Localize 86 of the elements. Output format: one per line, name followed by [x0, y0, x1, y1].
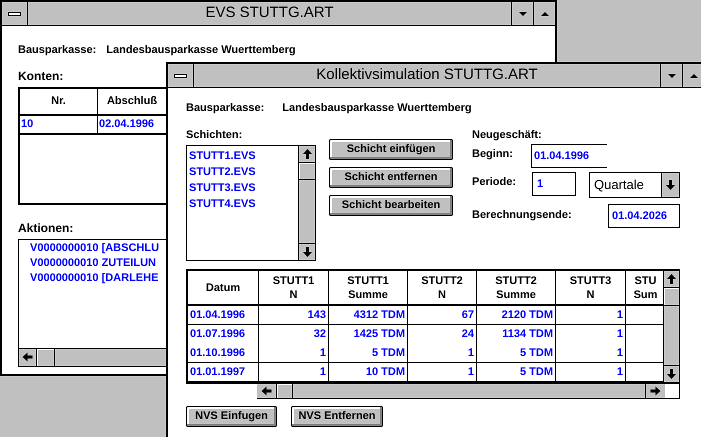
system-menu-icon	[8, 12, 21, 16]
push-button[interactable]: Schicht einfügen	[329, 138, 453, 160]
table-cell: 01.07.1996	[188, 325, 259, 344]
list-item[interactable]: V0000000010 [DARLEHE	[30, 270, 158, 286]
vertical-scrollbar[interactable]	[298, 146, 315, 260]
scroll-thumb[interactable]	[664, 288, 679, 306]
arrow-up-icon[interactable]	[667, 274, 676, 284]
table-cell: 5 TDM	[477, 344, 556, 362]
arrow-left-icon[interactable]	[262, 386, 272, 396]
section-label: Neugeschäft:	[472, 128, 543, 142]
horizontal-scrollbar[interactable]	[19, 348, 166, 366]
column-header: Nr.	[20, 88, 98, 114]
push-button[interactable]: Schicht entfernen	[329, 166, 453, 188]
dropdown[interactable]: Quartale	[589, 172, 680, 198]
caret-up-icon	[690, 74, 698, 78]
table-cell: 2120 TDM	[477, 306, 556, 324]
section-label: Konten:	[18, 68, 64, 84]
table-cell: 67	[408, 306, 477, 324]
field-label: Beginn:	[472, 147, 514, 162]
vertical-scrollbar[interactable]	[663, 271, 680, 382]
table-cell: 10 TDM	[329, 363, 408, 381]
table-cell: 1	[259, 344, 329, 362]
arrow-left-icon[interactable]	[22, 352, 32, 362]
table-cell: 1	[259, 363, 329, 381]
field-label: Berechnungsende:	[472, 208, 573, 223]
arrow-down-icon[interactable]	[302, 247, 312, 257]
bank-name: Landesbausparkasse Wuerttemberg	[106, 43, 296, 58]
column-header: Abschluß	[106, 94, 158, 109]
table-cell: 5 TDM	[329, 344, 408, 362]
caret-down-icon	[518, 12, 526, 16]
table-cell: 4312 TDM	[329, 306, 408, 324]
table-cell: 24	[408, 325, 477, 344]
scroll-thumb[interactable]	[37, 348, 55, 366]
section-label: Aktionen:	[18, 220, 74, 236]
table-cell: 1	[556, 325, 626, 344]
horizontal-scrollbar[interactable]	[257, 384, 665, 399]
list-item[interactable]: STUTT1.EVS	[189, 148, 298, 164]
table-cell: 1	[556, 306, 626, 324]
input-field[interactable]: 01.04.2026	[608, 204, 680, 228]
table-cell: 143	[259, 306, 329, 324]
arrow-down-icon[interactable]	[666, 180, 675, 190]
column-header: STUTT3 N	[556, 271, 626, 304]
window-title: Kollektivsimulation STUTTG.ART	[315, 65, 539, 86]
table-cell: 1	[408, 363, 477, 381]
table-cell: 01.04.1996	[188, 306, 259, 324]
system-menu-icon	[174, 74, 187, 78]
table-cell: 10	[20, 116, 98, 132]
list-item[interactable]: STUTT4.EVS	[189, 196, 298, 212]
bank-name: Landesbausparkasse Wuerttemberg	[282, 101, 472, 116]
field-label: Bausparkasse:	[18, 43, 96, 58]
table-cell: 01.10.1996	[188, 344, 259, 362]
table-cell: 32	[259, 325, 329, 344]
table-cell: 01.01.1997	[188, 363, 259, 381]
column-header: STUTT2 N	[408, 271, 477, 304]
list-item[interactable]: V0000000010 [ABSCHLU	[30, 240, 160, 256]
list-item[interactable]: STUTT3.EVS	[189, 180, 298, 196]
column-header: STUTT2 Summe	[477, 271, 556, 304]
table-cell: 1	[556, 344, 626, 362]
window-title: EVS STUTTG.ART	[204, 3, 335, 24]
column-header: STUTT1 Summe	[329, 271, 408, 304]
table-cell-text: 02.04.1996	[98, 116, 156, 132]
push-button[interactable]: NVS Entfernen	[291, 406, 383, 427]
column-header: STUTT1 N	[259, 271, 329, 304]
table-cell: 1	[408, 344, 477, 362]
push-button[interactable]: Schicht bearbeiten	[329, 194, 453, 216]
arrow-down-icon[interactable]	[667, 369, 676, 380]
field-label: Periode:	[472, 175, 518, 190]
table-cell: 1134 TDM	[477, 325, 556, 344]
scroll-thumb[interactable]	[299, 163, 315, 180]
table-cell: 1	[556, 363, 626, 381]
arrow-up-icon[interactable]	[302, 149, 312, 159]
list-item[interactable]: V0000000010 ZUTEILUN	[30, 256, 156, 270]
section-label: Schichten:	[186, 128, 244, 142]
push-button[interactable]: NVS Einfugen	[186, 406, 277, 427]
arrow-right-icon[interactable]	[650, 386, 660, 396]
column-header: Datum	[188, 271, 259, 304]
scroll-thumb[interactable]	[277, 384, 293, 398]
table-cell: 5 TDM	[477, 363, 556, 381]
table-cell: 1425 TDM	[329, 325, 408, 344]
input-field[interactable]: 01.04.1996	[531, 144, 607, 168]
field-label: Bausparkasse:	[186, 101, 264, 116]
caret-down-icon	[668, 74, 676, 78]
input-field[interactable]: 1	[532, 172, 576, 196]
caret-up-icon	[540, 12, 548, 16]
list-item[interactable]: STUTT2.EVS	[189, 164, 298, 180]
maximize-button[interactable]	[682, 64, 701, 87]
